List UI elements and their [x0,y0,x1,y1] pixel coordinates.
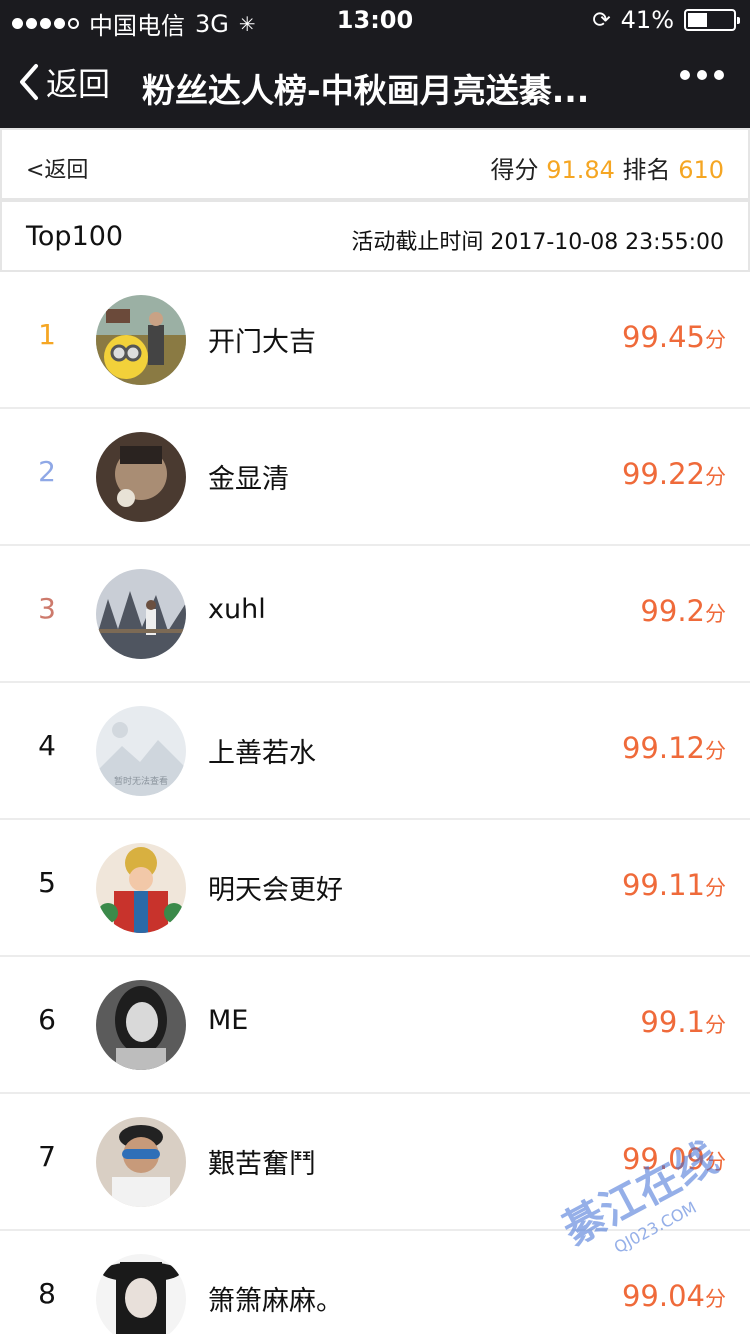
my-score-info: 得分 91.84 排名 610 [491,150,724,185]
avatar [96,569,186,659]
score-label: 得分 [490,156,539,184]
rank-number: 3 [38,592,56,625]
avatar [96,1117,186,1207]
top100-label: Top100 [26,221,124,252]
nav-back-button[interactable]: 返回 [18,60,110,104]
user-score: 99.09分 [621,1142,726,1176]
navigation-bar: 返回 粉丝达人榜-中秋画月亮送綦... [0,40,750,128]
battery-percent: 41% [620,6,674,34]
user-score: 99.45分 [621,320,726,354]
user-name: ME [208,1005,249,1036]
rank-value: 610 [678,156,724,184]
user-score: 99.2分 [640,594,726,628]
chevron-left-icon [20,64,38,100]
rank-number: 1 [38,318,56,351]
rank-number: 6 [38,1003,56,1036]
battery-icon [684,9,740,31]
page-title: 粉丝达人榜-中秋画月亮送綦... [142,71,590,110]
user-name: xuhl [208,594,266,625]
avatar-placeholder-text: 暂时无法查看 [114,775,168,787]
user-name: 开门大吉 [208,327,316,358]
user-score: 99.1分 [640,1005,726,1039]
user-name: 箫箫麻麻。 [208,1286,343,1317]
list-item[interactable]: 3 xuhl 99.2分 [0,546,750,683]
user-name: 金显清 [208,464,289,495]
rank-number: 8 [38,1277,56,1310]
list-item[interactable]: 8 箫箫麻麻。 99.04分 [0,1231,750,1334]
rank-number: 5 [38,866,56,899]
score-value: 91.84 [546,156,615,184]
user-name: 上善若水 [208,738,316,769]
user-score: 99.22分 [621,457,726,491]
avatar: 暂时无法查看 [96,706,186,796]
rank-number: 4 [38,729,56,762]
list-item[interactable]: 5 明天会更好 99.11分 [0,820,750,957]
status-right: ⟳ 41% [592,6,740,34]
top-panel: Top100 活动截止时间 2017-10-08 23:55:00 [0,200,750,272]
nav-back-label: 返回 [46,65,111,103]
list-item[interactable]: 4 暂时无法查看 上善若水 99.12分 [0,683,750,820]
rank-number: 2 [38,455,56,488]
ranking-list: 1 开门大吉 99.45分 2 金显清 99.22分 3 xuhl 99.2分 … [0,272,750,1334]
avatar [96,432,186,522]
avatar [96,843,186,933]
rank-number: 7 [38,1140,56,1173]
deadline-text: 活动截止时间 2017-10-08 23:55:00 [351,230,724,255]
list-item[interactable]: 2 金显清 99.22分 [0,409,750,546]
more-options-icon[interactable] [680,70,724,80]
back-link[interactable]: <返回 [26,152,88,184]
list-item[interactable]: 7 艱苦奮鬥 99.09分 [0,1094,750,1231]
status-bar: 中国电信 3G ✳ 13:00 ⟳ 41% [0,0,750,40]
user-score: 99.12分 [621,731,726,765]
avatar [96,295,186,385]
list-item[interactable]: 1 开门大吉 99.45分 [0,272,750,409]
rank-label: 排名 [622,156,671,184]
score-panel: <返回 得分 91.84 排名 610 [0,128,750,200]
avatar [96,1254,186,1334]
user-score: 99.11分 [621,868,726,902]
avatar [96,980,186,1070]
user-name: 明天会更好 [208,875,343,906]
user-score: 99.04分 [621,1279,726,1313]
orientation-lock-icon: ⟳ [592,7,611,33]
list-item[interactable]: 6 ME 99.1分 [0,957,750,1094]
user-name: 艱苦奮鬥 [208,1149,316,1180]
